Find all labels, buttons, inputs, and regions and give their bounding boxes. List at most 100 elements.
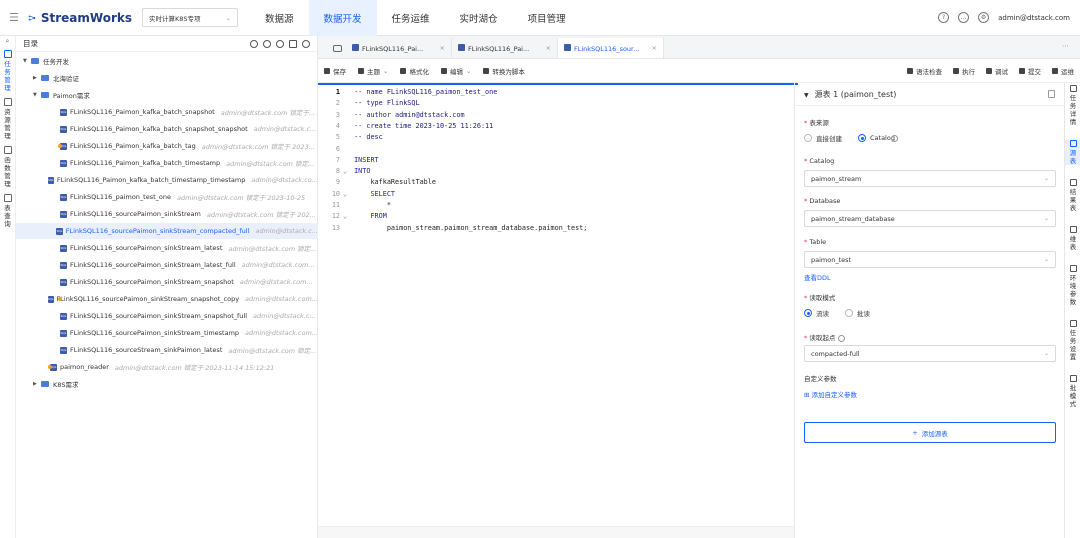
tree-file[interactable]: SQL FLinkSQL116_Paimon_kafka_batch_snapsh… (16, 104, 318, 120)
message-icon[interactable]: … (958, 12, 970, 23)
tree-file[interactable]: SQL FLinkSQL116_sourcePaimon_sinkStream_s… (16, 291, 318, 307)
nav-item-3[interactable]: 实时湖仓 (445, 0, 513, 36)
home-icon[interactable] (328, 38, 346, 58)
code-line[interactable]: 7 INSERT (318, 155, 794, 166)
tree-file[interactable]: SQL FLinkSQL116_sourcePaimon_sinkStream_l… (16, 240, 318, 256)
locate-icon[interactable] (250, 39, 258, 48)
view-ddl-link[interactable]: 查看DDL (804, 272, 831, 282)
fold-icon[interactable]: ⌄ (340, 166, 350, 177)
code-line[interactable]: 12 ⌄ FROM (318, 211, 794, 222)
tree-file[interactable]: SQL FLinkSQL116_sourcePaimon_sinkStream_c… (16, 223, 318, 239)
add-custom-param-link[interactable]: ⊞ 添加自定义参数 (804, 389, 857, 399)
leftbar-item-1[interactable]: 资源管理 (3, 98, 12, 140)
menu-icon[interactable]: ☰ (0, 11, 28, 24)
nav-item-2[interactable]: 任务运维 (377, 0, 445, 36)
toolbar-right-button-0[interactable]: 语法检查 (907, 66, 942, 76)
caret-right-icon[interactable]: ▶ (33, 381, 41, 387)
rightbar-tab-3[interactable]: 维表 (1065, 226, 1080, 251)
tree-file[interactable]: SQL FLinkSQL116_Paimon_kafka_batch_tag adm… (16, 138, 318, 154)
start-point-select[interactable]: compacted-full ⌄ (804, 345, 1056, 362)
code-line[interactable]: 3 -- author admin@dtstack.com (318, 110, 794, 121)
code-line[interactable]: 8 ⌄ INTO (318, 166, 794, 177)
fold-icon[interactable]: ⌄ (340, 189, 350, 200)
tree-folder[interactable]: ▶ K8S需求 (16, 376, 318, 392)
code-line[interactable]: 13 paimon_stream.paimon_stream_database.… (318, 223, 794, 234)
gear-icon[interactable]: ⚙ (978, 12, 990, 23)
close-icon[interactable]: × (546, 44, 551, 52)
nav-item-4[interactable]: 项目管理 (513, 0, 581, 36)
leftbar-item-2[interactable]: 函数管理 (3, 146, 12, 188)
tree-folder[interactable]: ▼ 任务开发 (16, 53, 318, 69)
rightbar-tab-5[interactable]: 任务设置 (1065, 320, 1080, 361)
tree-folder[interactable]: ▶ 北海验证 (16, 70, 318, 86)
caret-down-icon[interactable]: ▼ (23, 58, 31, 64)
tree-folder[interactable]: ▼ Paimon需求 (16, 87, 318, 103)
close-icon[interactable]: × (652, 44, 657, 52)
toolbar-button-2[interactable]: 格式化 (400, 66, 429, 76)
leftbar-item-3[interactable]: 表查询 (3, 194, 12, 228)
caret-down-icon[interactable]: ▼ (33, 92, 41, 98)
code-line[interactable]: 2 -- type FlinkSQL (318, 98, 794, 109)
rightbar-tab-2[interactable]: 结果表 (1065, 179, 1080, 212)
toolbar-right-button-1[interactable]: 执行 (953, 66, 975, 76)
editor-tab-1[interactable]: FLinkSQL116_Pai... × (452, 38, 558, 58)
code-line[interactable]: 4 -- create time 2023-10-25 11:26:11 (318, 121, 794, 132)
code-line[interactable]: 5 -- desc (318, 132, 794, 143)
search-icon[interactable]: ⌕ (0, 36, 15, 46)
help-icon[interactable] (890, 134, 898, 142)
collapse-icon[interactable]: ▼ (804, 92, 809, 99)
tree-file[interactable]: SQL FLinkSQL116_Paimon_kafka_batch_timest… (16, 155, 318, 171)
caret-right-icon[interactable]: ▶ (33, 75, 41, 81)
project-select[interactable]: 实时计算K8S专项 ⌄ (142, 8, 238, 27)
code-line[interactable]: 6 (318, 144, 794, 155)
code-line[interactable]: 9 kafkaResultTable (318, 177, 794, 188)
editor-tab-0[interactable]: FLinkSQL116_Pai... × (346, 38, 452, 58)
tree-file[interactable]: SQL FLinkSQL116_sourcePaimon_sinkStream_s… (16, 274, 318, 290)
radio-circle[interactable] (858, 134, 866, 142)
toolbar-button-3[interactable]: 编辑 ⌄ (440, 66, 471, 76)
help-icon[interactable] (838, 334, 846, 342)
tree-file[interactable]: SQL FLinkSQL116_Paimon_kafka_batch_snapsh… (16, 121, 318, 137)
radio-circle[interactable] (845, 309, 853, 317)
toolbar-right-button-2[interactable]: 调试 (986, 66, 1008, 76)
tree-file[interactable]: SQL FLinkSQL116_Paimon_kafka_batch_timest… (16, 172, 318, 188)
code-line[interactable]: 10 ⌄ SELECT (318, 189, 794, 200)
nav-item-0[interactable]: 数据源 (250, 0, 309, 36)
toolbar-button-4[interactable]: 转换为脚本 (483, 66, 525, 76)
user-name[interactable]: admin@dtstack.com (998, 14, 1070, 22)
read-mode-radio-0[interactable]: 流读 (804, 308, 829, 318)
panel-header[interactable]: ▼ 源表 1 (paimon_test) (795, 83, 1064, 106)
close-icon[interactable]: × (440, 44, 445, 52)
refresh-icon[interactable] (263, 39, 271, 48)
code-editor[interactable]: 1 -- name FLinkSQL116_paimon_test_one 2 -… (318, 86, 794, 526)
toolbar-right-button-4[interactable]: 运维 (1052, 66, 1074, 76)
source-radio-1[interactable]: Catalog (858, 134, 898, 142)
help-icon[interactable]: ? (938, 12, 950, 23)
radio-circle[interactable] (804, 134, 812, 142)
tree-file[interactable]: SQL FLinkSQL116_sourcePaimon_sinkStream_l… (16, 257, 318, 273)
catalog-select[interactable]: paimon_stream ⌄ (804, 170, 1056, 187)
toolbar-button-0[interactable]: 保存 (324, 66, 346, 76)
tree-file[interactable]: SQL FLinkSQL116_sourceStream_sinkPaimon_l… (16, 342, 318, 358)
table-select[interactable]: paimon_test ⌄ (804, 251, 1056, 268)
rightbar-tab-4[interactable]: 环境参数 (1065, 265, 1080, 306)
tree-file[interactable]: SQL paimon_reader admin@dtstack.com 锁定于 20… (16, 359, 318, 375)
add-source-table-button[interactable]: + 添加源表 (804, 422, 1056, 443)
toolbar-button-1[interactable]: 主题 ⌄ (358, 66, 388, 76)
leftbar-item-0[interactable]: 任务管理 (3, 50, 12, 92)
code-line[interactable]: 11 * (318, 200, 794, 211)
tree-file[interactable]: SQL FLinkSQL116_sourcePaimon_sinkStream ad… (16, 206, 318, 222)
read-mode-radio-1[interactable]: 批读 (845, 308, 870, 318)
radio-circle[interactable] (804, 309, 812, 317)
rightbar-tab-6[interactable]: 批模式 (1065, 375, 1080, 408)
editor-tab-2[interactable]: FLinkSQL116_sour... × (558, 38, 664, 58)
database-select[interactable]: paimon_stream_database ⌄ (804, 210, 1056, 227)
code-line[interactable]: 1 -- name FLinkSQL116_paimon_test_one (318, 87, 794, 98)
more-tabs-icon[interactable]: ⋯ (1062, 42, 1069, 50)
source-radio-0[interactable]: 直接创建 (804, 133, 842, 143)
console-bar[interactable] (318, 526, 794, 538)
send-icon[interactable] (289, 39, 297, 48)
tree-file[interactable]: SQL FLinkSQL116_sourcePaimon_sinkStream_t… (16, 325, 318, 341)
nav-item-1[interactable]: 数据开发 (308, 0, 377, 36)
fold-icon[interactable]: ⌄ (340, 211, 350, 222)
